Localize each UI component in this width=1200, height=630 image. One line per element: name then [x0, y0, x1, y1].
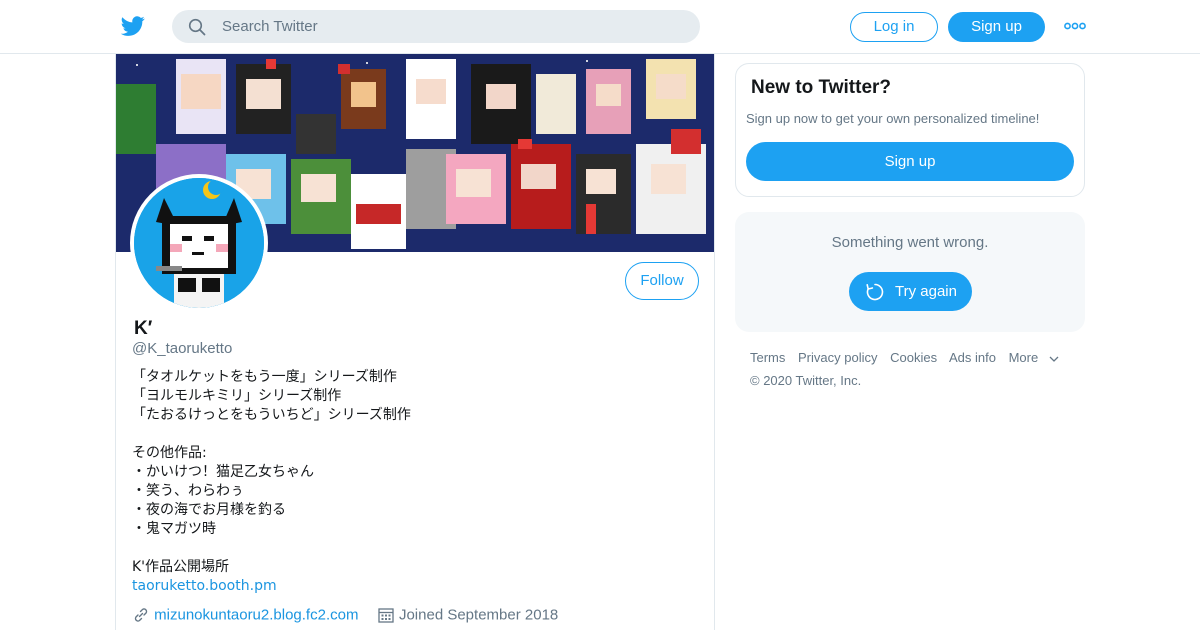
search-box[interactable] — [172, 10, 700, 43]
footer-more-label: More — [1008, 350, 1039, 365]
footer-link-cookies[interactable]: Cookies — [890, 350, 937, 365]
joined-date: Joined September 2018 — [398, 606, 559, 624]
footer-link-privacy[interactable]: Privacy policy — [798, 350, 877, 365]
signup-button[interactable]: Sign up — [948, 12, 1045, 42]
bio-line: ・笑う、わらわぅ — [132, 483, 244, 499]
search-icon — [188, 18, 206, 36]
more-dots-icon[interactable] — [1064, 20, 1086, 32]
bio-line: ・かいけつ！猫足乙女ちゃん — [132, 464, 314, 480]
search-input[interactable] — [222, 10, 682, 43]
calendar-icon — [378, 608, 394, 623]
retry-icon — [866, 283, 884, 301]
try-again-label: Try again — [895, 283, 957, 300]
profile-column: Follow K′ @K_taoruketto 「タオルケットをもう一度」シリー… — [115, 54, 715, 630]
footer-links: Terms Privacy policy Cookies Ads info Mo… — [750, 350, 1080, 365]
bio-line: その他作品: — [132, 445, 207, 461]
signup-card-title: New to Twitter? — [751, 77, 892, 98]
new-to-twitter-card: New to Twitter? Sign up now to get your … — [735, 63, 1085, 197]
bio-line: 「ヨルモルキミリ」シリーズ制作 — [132, 388, 342, 404]
footer-link-ads-info[interactable]: Ads info — [949, 350, 996, 365]
profile-avatar[interactable] — [130, 174, 268, 312]
bio-line: 「タオルケットをもう一度」シリーズ制作 — [132, 369, 397, 385]
profile-display-name: K′ — [134, 318, 153, 339]
twitter-logo-icon[interactable] — [120, 14, 146, 38]
bio-line: ・鬼マガツ時 — [132, 521, 216, 537]
follow-button[interactable]: Follow — [625, 262, 699, 300]
top-navigation-bar: Log in Sign up — [0, 0, 1200, 54]
error-card: Something went wrong. Try again — [735, 212, 1085, 332]
bio-line: 「たおるけっとをもういちど」シリーズ制作 — [132, 407, 411, 423]
bio-line — [132, 425, 692, 444]
try-again-button[interactable]: Try again — [849, 272, 972, 311]
footer-link-more[interactable]: More — [1009, 350, 1061, 365]
signup-card-subtitle: Sign up now to get your own personalized… — [746, 111, 1040, 126]
profile-meta: mizunokuntaoru2.blog.fc2.com Joined Sept… — [132, 606, 558, 628]
copyright: © 2020 Twitter, Inc. — [750, 373, 862, 388]
avatar-pixel-art — [134, 178, 264, 308]
signup-card-button[interactable]: Sign up — [746, 142, 1074, 181]
bio-link[interactable]: taoruketto.booth.pm — [132, 577, 692, 596]
profile-bio: 「タオルケットをもう一度」シリーズ制作 「ヨルモルキミリ」シリーズ制作 「たおる… — [132, 368, 692, 596]
chevron-down-icon — [1049, 356, 1059, 362]
bio-line: ・夜の海でお月様を釣る — [132, 502, 286, 518]
login-button[interactable]: Log in — [850, 12, 938, 42]
link-icon — [134, 608, 148, 622]
website-link[interactable]: mizunokuntaoru2.blog.fc2.com — [154, 607, 358, 624]
bio-line — [132, 539, 692, 558]
error-message: Something went wrong. — [831, 234, 989, 251]
footer-link-terms[interactable]: Terms — [750, 350, 785, 365]
footer: Terms Privacy policy Cookies Ads info Mo… — [750, 350, 1080, 388]
bio-line: K'作品公開場所 — [132, 559, 230, 575]
profile-handle[interactable]: @K_taoruketto — [132, 340, 232, 357]
